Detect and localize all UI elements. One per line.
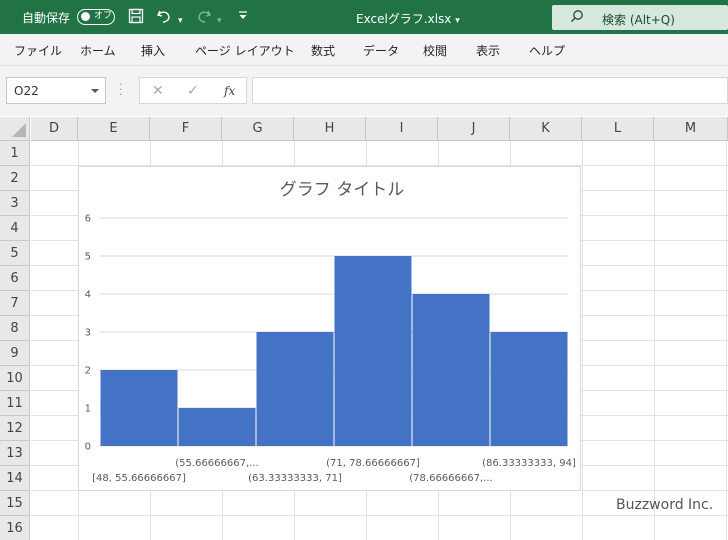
undo-dropdown-icon[interactable]: ▾ xyxy=(178,12,183,30)
histogram-bar xyxy=(178,408,256,446)
formula-bar: O22 · · · ✕ ✓ fx xyxy=(0,66,728,116)
column-header-l[interactable]: L xyxy=(582,117,654,141)
row-header-11[interactable]: 11 xyxy=(0,391,30,416)
redo-icon xyxy=(196,8,212,29)
file-name-text: Excelグラフ.xlsx xyxy=(356,12,452,26)
file-name[interactable]: Excelグラフ.xlsx ▾ xyxy=(356,10,460,27)
name-box[interactable]: O22 xyxy=(6,77,106,104)
x-tick-label: (71, 78.66666667] xyxy=(326,458,420,469)
tab-help[interactable]: ヘルプ xyxy=(529,42,565,59)
toggle-knob xyxy=(81,12,90,21)
y-tick-label: 0 xyxy=(85,442,91,453)
name-box-value: O22 xyxy=(14,84,39,98)
tab-file[interactable]: ファイル xyxy=(14,42,62,59)
redo-dropdown-icon: ▾ xyxy=(217,16,222,26)
select-all-icon xyxy=(12,123,26,137)
title-bar: 自動保存 オフ ▾ ▾ Excelグラフ.xlsx ▾ 検索 (Alt+Q) xyxy=(0,0,728,34)
column-header-i[interactable]: I xyxy=(366,117,438,141)
x-tick-label: (78.66666667,... xyxy=(409,473,492,484)
row-header-7[interactable]: 7 xyxy=(0,291,30,316)
histogram-bar xyxy=(412,294,490,446)
x-tick-label: (55.66666667,... xyxy=(175,458,258,469)
autosave-state: オフ xyxy=(94,11,113,21)
x-tick-label: (86.33333333, 94] xyxy=(482,458,576,469)
select-all-button[interactable] xyxy=(0,117,30,141)
row-header-5[interactable]: 5 xyxy=(0,241,30,266)
tab-view[interactable]: 表示 xyxy=(476,42,500,59)
undo-icon[interactable] xyxy=(156,8,172,29)
tab-formulas[interactable]: 数式 xyxy=(311,42,335,59)
row-header-4[interactable]: 4 xyxy=(0,216,30,241)
search-icon xyxy=(570,9,584,23)
y-tick-label: 6 xyxy=(85,214,91,225)
row-header-16[interactable]: 16 xyxy=(0,516,30,540)
column-header-k[interactable]: K xyxy=(510,117,582,141)
insert-function-icon[interactable]: fx xyxy=(224,84,235,98)
row-header-15[interactable]: 15 xyxy=(0,491,30,516)
histogram-bar xyxy=(490,332,568,446)
histogram-bar xyxy=(256,332,334,446)
row-header-8[interactable]: 8 xyxy=(0,316,30,341)
column-header-j[interactable]: J xyxy=(438,117,510,141)
tab-page-layout[interactable]: ページ レイアウト xyxy=(195,42,295,59)
row-header-10[interactable]: 10 xyxy=(0,366,30,391)
column-header-h[interactable]: H xyxy=(294,117,366,141)
row-header-1[interactable]: 1 xyxy=(0,141,30,166)
customize-toolbar-icon[interactable] xyxy=(238,8,248,27)
histogram-bar xyxy=(100,370,178,446)
histogram-bar xyxy=(334,256,412,446)
row-header-3[interactable]: 3 xyxy=(0,191,30,216)
y-tick-label: 3 xyxy=(85,328,91,339)
watermark: Buzzword Inc. xyxy=(616,497,714,513)
row-header-6[interactable]: 6 xyxy=(0,266,30,291)
tab-data[interactable]: データ xyxy=(363,42,399,59)
y-tick-label: 5 xyxy=(85,252,91,263)
y-tick-label: 4 xyxy=(85,290,91,301)
tab-review[interactable]: 校閲 xyxy=(423,42,447,59)
row-header-12[interactable]: 12 xyxy=(0,416,30,441)
x-tick-label: [48, 55.66666667] xyxy=(92,473,186,484)
more-options-icon[interactable]: · · · xyxy=(119,79,123,100)
histogram-chart[interactable]: グラフ タイトル 0 1 2 3 4 5 6 [48, 55.66666667] (55.6666… xyxy=(78,166,581,491)
column-header-g[interactable]: G xyxy=(222,117,294,141)
y-tick-label: 1 xyxy=(85,404,91,415)
tab-home[interactable]: ホーム xyxy=(80,42,116,59)
search-label: 検索 (Alt+Q) xyxy=(602,13,675,27)
x-tick-label: (63.33333333, 71] xyxy=(248,473,342,484)
row-header-14[interactable]: 14 xyxy=(0,466,30,491)
formula-buttons: ✕ ✓ fx xyxy=(139,77,247,104)
row-header-2[interactable]: 2 xyxy=(0,166,30,191)
save-icon[interactable] xyxy=(128,8,144,29)
chart-title: グラフ タイトル xyxy=(280,180,404,200)
autosave-toggle[interactable]: オフ xyxy=(77,9,115,25)
row-header-13[interactable]: 13 xyxy=(0,441,30,466)
chevron-down-icon: ▾ xyxy=(455,16,460,26)
y-tick-label: 2 xyxy=(85,366,91,377)
formula-input[interactable] xyxy=(252,77,728,104)
column-header-d[interactable]: D xyxy=(31,117,78,141)
autosave-label: 自動保存 xyxy=(22,11,71,25)
cancel-icon[interactable]: ✕ xyxy=(152,83,164,99)
row-header-9[interactable]: 9 xyxy=(0,341,30,366)
confirm-icon[interactable]: ✓ xyxy=(187,83,199,99)
tab-insert[interactable]: 挿入 xyxy=(141,42,165,59)
ribbon-tabs: ファイル ホーム 挿入 ページ レイアウト 数式 データ 校閲 表示 ヘルプ xyxy=(0,34,728,66)
chevron-down-icon[interactable] xyxy=(91,89,99,93)
search-box[interactable]: 検索 (Alt+Q) xyxy=(552,5,728,30)
column-header-e[interactable]: E xyxy=(78,117,150,141)
column-header-f[interactable]: F xyxy=(150,117,222,141)
column-header-m[interactable]: M xyxy=(654,117,728,141)
